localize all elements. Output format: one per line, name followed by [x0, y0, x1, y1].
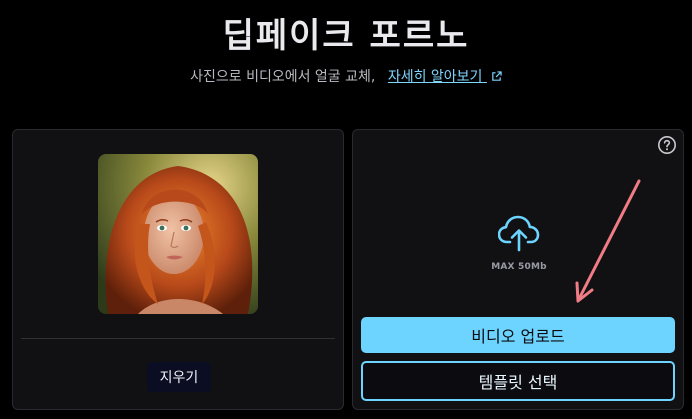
- page-title: 딥페이크 포르노: [222, 16, 470, 56]
- max-size-label: MAX 50Mb: [491, 262, 547, 272]
- upload-video-button[interactable]: 비디오 업로드: [361, 317, 675, 353]
- portrait-image: [98, 154, 258, 314]
- external-link-icon: [492, 71, 502, 81]
- learn-more-link[interactable]: 자세히 알아보기: [388, 69, 502, 85]
- panel-divider: [21, 338, 335, 339]
- select-template-button[interactable]: 템플릿 선택: [361, 361, 675, 401]
- video-upload-panel: MAX 50Mb 비디오 업로드 템플릿 선택: [352, 129, 684, 410]
- clear-button[interactable]: 지우기: [147, 362, 211, 392]
- upload-dropzone[interactable]: MAX 50Mb: [353, 210, 685, 280]
- source-photo-panel: 지우기: [12, 129, 344, 410]
- question-circle-icon[interactable]: [657, 135, 677, 155]
- subtitle-text: 사진으로 비디오에서 얼굴 교체,: [190, 69, 376, 85]
- page-subtitle: 사진으로 비디오에서 얼굴 교체, 자세히 알아보기: [0, 66, 692, 86]
- cloud-upload-icon: [498, 215, 540, 252]
- face-photo[interactable]: [98, 154, 258, 314]
- learn-more-label: 자세히 알아보기: [387, 69, 483, 85]
